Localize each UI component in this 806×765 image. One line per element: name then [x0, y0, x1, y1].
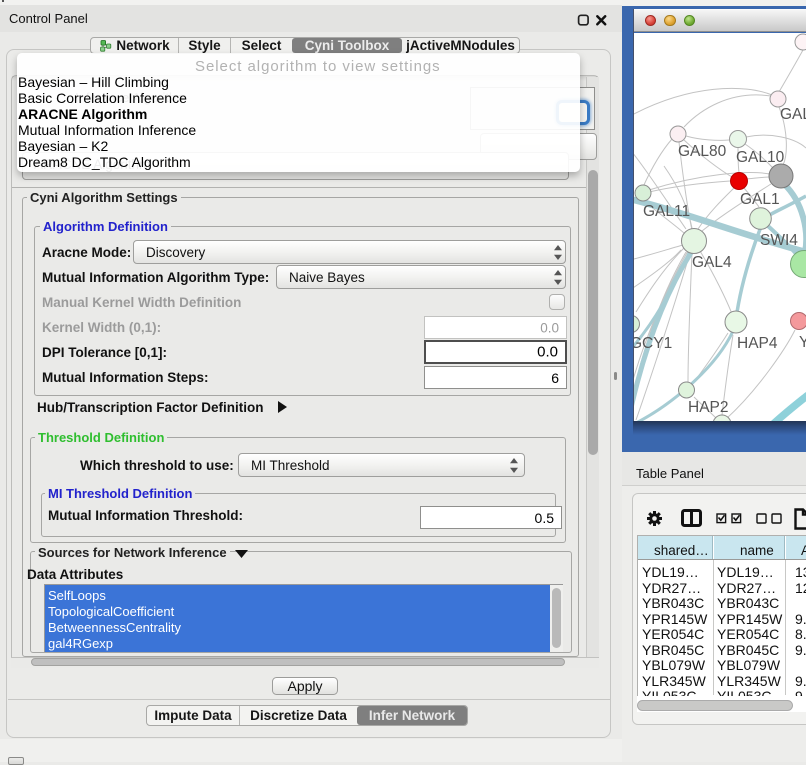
- svg-text:GAL10: GAL10: [736, 149, 785, 166]
- svg-text:GAL11: GAL11: [643, 203, 690, 220]
- svg-text:HAP4: HAP4: [737, 335, 778, 352]
- svg-text:GAL4: GAL4: [692, 254, 732, 271]
- svg-text:GAL80: GAL80: [678, 143, 727, 160]
- svg-text:GAL: GAL: [780, 106, 806, 123]
- svg-text:GCY1: GCY1: [634, 335, 672, 352]
- svg-text:Y: Y: [799, 334, 806, 351]
- svg-text:HAP2: HAP2: [688, 399, 729, 416]
- svg-text:GAL1: GAL1: [740, 191, 780, 208]
- svg-text:SWI4: SWI4: [760, 232, 798, 249]
